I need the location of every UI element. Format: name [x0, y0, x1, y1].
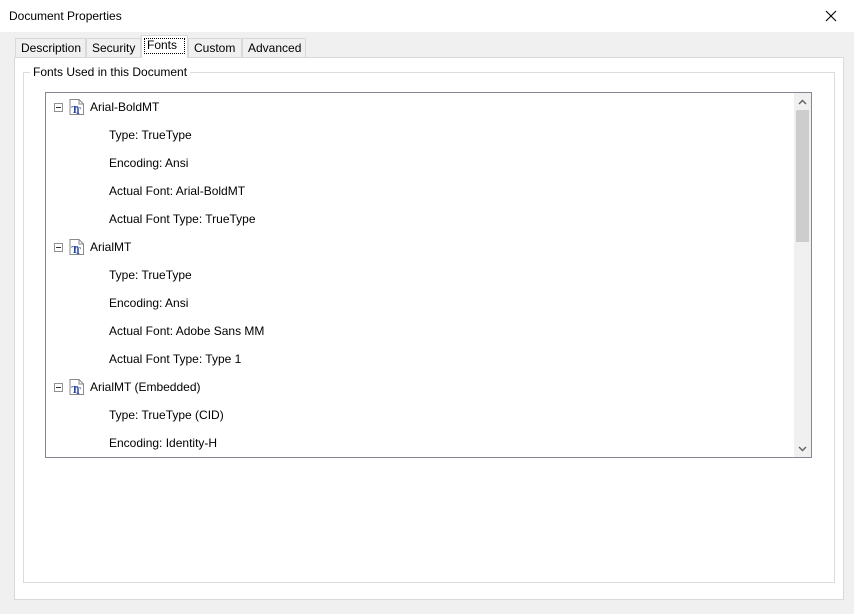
font-encoding: Encoding: Identity-H [109, 436, 218, 450]
tab-label: Description [21, 41, 82, 55]
actual-font: Actual Font: Adobe Sans MM [109, 324, 265, 338]
groupbox-label: Fonts Used in this Document [30, 65, 191, 79]
tree-detail-row[interactable]: Type: TrueType [46, 265, 796, 285]
tree-detail-row[interactable]: Actual Font Type: Type 1 [46, 349, 796, 369]
tree-font-node[interactable]: T T ArialMT (Embedded) [46, 377, 796, 397]
scroll-up-button[interactable] [794, 93, 811, 110]
scroll-down-button[interactable] [794, 440, 811, 457]
tree-font-node[interactable]: T T Arial-BoldMT [46, 97, 796, 117]
vertical-scrollbar[interactable] [794, 93, 811, 457]
truetype-font-icon: T T [69, 99, 84, 115]
tree-detail-row[interactable]: Actual Font: Arial-BoldMT [46, 181, 796, 201]
title-bar: Document Properties [0, 0, 854, 32]
svg-text:T: T [75, 386, 81, 395]
tree-detail-row[interactable]: Actual Font: Adobe Sans MM [46, 321, 796, 341]
svg-text:T: T [75, 246, 81, 255]
actual-font-type: Actual Font Type: Type 1 [109, 352, 242, 366]
font-type: Type: TrueType [109, 268, 192, 282]
font-type: Type: TrueType (CID) [109, 408, 224, 422]
scroll-thumb[interactable] [796, 110, 809, 242]
tree-detail-row[interactable]: Type: TrueType (CID) [46, 405, 796, 425]
close-icon [825, 10, 837, 21]
svg-text:T: T [75, 106, 81, 115]
font-encoding: Encoding: Ansi [109, 296, 189, 310]
tab-label: Fonts [147, 38, 178, 52]
collapse-icon[interactable] [54, 243, 63, 252]
tree-detail-row[interactable]: Encoding: Ansi [46, 293, 796, 313]
tab-label: Security [92, 41, 136, 55]
font-encoding: Encoding: Ansi [109, 156, 189, 170]
truetype-font-icon: T T [69, 379, 84, 395]
actual-font: Actual Font: Arial-BoldMT [109, 184, 246, 198]
window-title: Document Properties [9, 9, 122, 23]
chevron-up-icon [798, 99, 807, 104]
font-type: Type: TrueType [109, 128, 192, 142]
tree-detail-row[interactable]: Encoding: Identity-H [46, 433, 796, 453]
fonts-tree[interactable]: T T Arial-BoldMT Type: TrueType Encoding… [45, 92, 812, 458]
tab-custom[interactable]: Custom [188, 38, 242, 58]
collapse-icon[interactable] [54, 383, 63, 392]
tab-label: Custom [194, 41, 236, 55]
tree-detail-row[interactable]: Actual Font Type: TrueType [46, 209, 796, 229]
close-button[interactable] [808, 0, 854, 31]
chevron-down-icon [798, 446, 807, 451]
fonts-groupbox: Fonts Used in this Document T T Arial-Bo… [23, 65, 835, 583]
tab-advanced[interactable]: Advanced [242, 38, 306, 58]
tree-detail-row[interactable]: Type: TrueType [46, 125, 796, 145]
tree-font-node[interactable]: T T ArialMT [46, 237, 796, 257]
actual-font-type: Actual Font Type: TrueType [109, 212, 256, 226]
font-name: ArialMT (Embedded) [90, 380, 201, 394]
tab-fonts[interactable]: Fonts [141, 35, 188, 58]
collapse-icon[interactable] [54, 103, 63, 112]
truetype-font-icon: T T [69, 239, 84, 255]
font-name: ArialMT [90, 240, 132, 254]
tab-description[interactable]: Description [15, 38, 86, 58]
fonts-tab-page: Fonts Used in this Document T T Arial-Bo… [14, 57, 844, 600]
font-name: Arial-BoldMT [90, 100, 160, 114]
tab-security[interactable]: Security [86, 38, 141, 58]
tree-detail-row[interactable]: Encoding: Ansi [46, 153, 796, 173]
tab-label: Advanced [248, 41, 302, 55]
